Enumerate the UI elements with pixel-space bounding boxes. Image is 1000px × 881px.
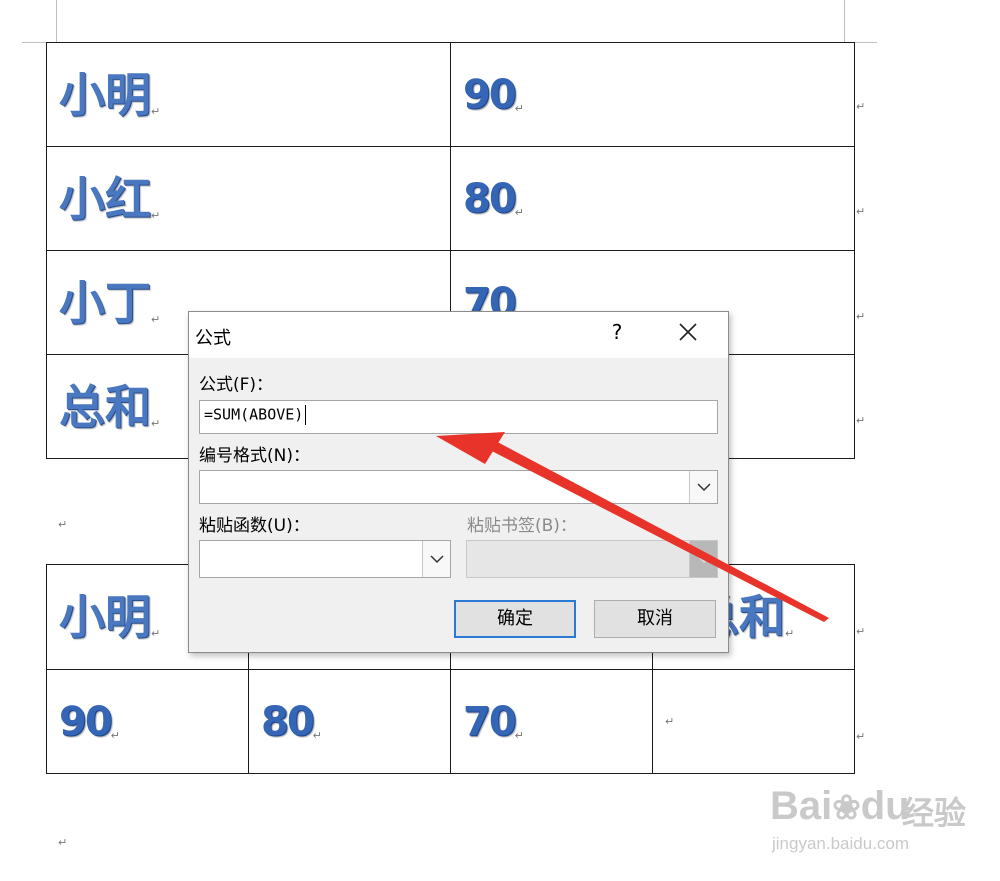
watermark-cn: 经验 (902, 794, 967, 832)
watermark-url: jingyan.baidu.com (772, 834, 910, 853)
arrow-shaft (482, 437, 829, 622)
watermark-brand: Bai❀du (770, 784, 910, 828)
baidu-jingyan-watermark: Bai❀du 经验 jingyan.baidu.com (770, 778, 970, 858)
paw-icon: ❀ (832, 789, 861, 827)
arrow-head (436, 432, 505, 464)
annotation-arrow-icon (436, 432, 829, 622)
